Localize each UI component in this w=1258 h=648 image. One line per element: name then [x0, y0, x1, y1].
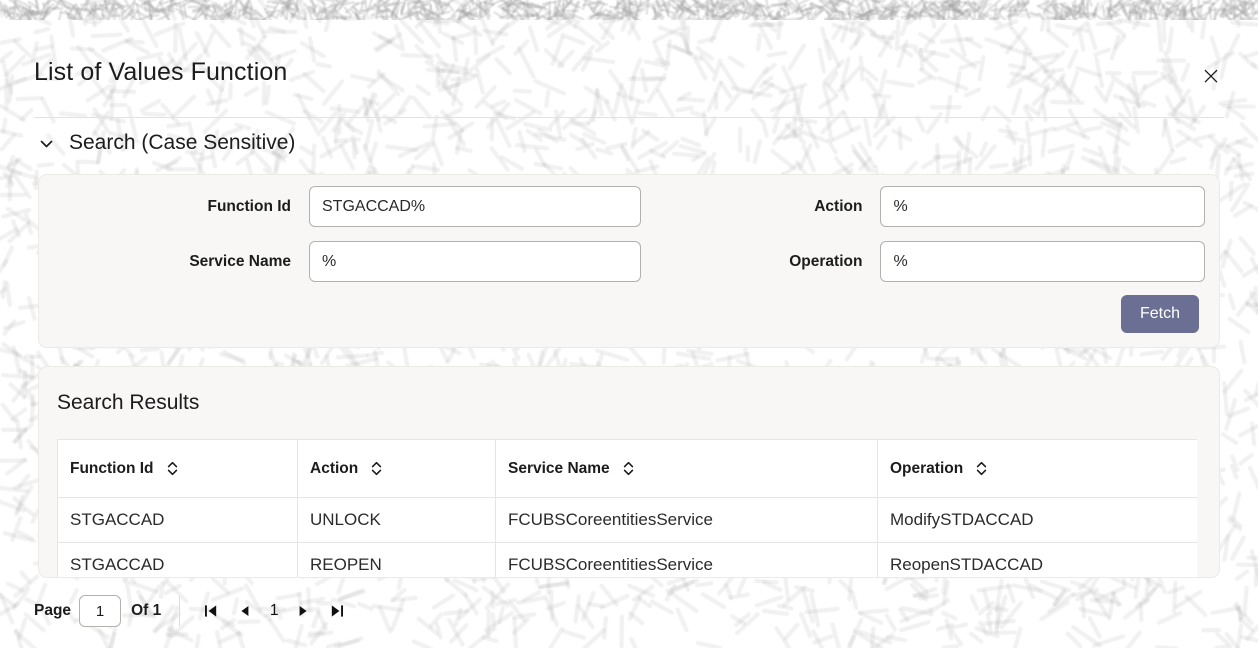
- cell-service-name: FCUBSCoreentitiesService: [495, 497, 878, 543]
- table-row[interactable]: STGACCAD REOPEN FCUBSCoreentitiesService…: [57, 542, 1197, 577]
- results-table: Function Id Action Service Name Operatio…: [57, 439, 1197, 577]
- first-page-icon[interactable]: [198, 598, 224, 624]
- page-title: List of Values Function: [34, 58, 288, 86]
- table-row[interactable]: STGACCAD UNLOCK FCUBSCoreentitiesService…: [57, 497, 1197, 543]
- search-form-panel: Function Id Service Name Action Operatio…: [38, 174, 1220, 348]
- sort-updown-icon[interactable]: [371, 461, 382, 476]
- chevron-down-icon: [38, 135, 55, 152]
- search-results-panel: Search Results Function Id Action Servic…: [38, 366, 1220, 578]
- field-function-id: Function Id: [55, 186, 645, 227]
- next-page-icon[interactable]: [290, 598, 316, 624]
- previous-page-icon[interactable]: [232, 598, 258, 624]
- dialog-header: List of Values Function ×: [0, 58, 1258, 118]
- results-table-scroll[interactable]: Function Id Action Service Name Operatio…: [57, 439, 1197, 577]
- pagination-current-page[interactable]: 1: [269, 602, 279, 620]
- pagination-bar: Page Of 1 1: [34, 594, 354, 628]
- field-action: Action: [641, 186, 1205, 227]
- operation-label: Operation: [789, 252, 863, 270]
- header-divider: [34, 117, 1224, 118]
- column-label: Action: [310, 459, 359, 477]
- cell-function-id: STGACCAD: [57, 497, 298, 543]
- field-operation: Operation: [641, 241, 1205, 282]
- page-label: Page: [34, 602, 72, 619]
- function-id-input[interactable]: [309, 186, 641, 227]
- action-input[interactable]: [880, 186, 1205, 227]
- column-header-function-id[interactable]: Function Id: [57, 439, 298, 498]
- cell-service-name: FCUBSCoreentitiesService: [495, 542, 878, 577]
- cell-operation: ModifySTDACCAD: [877, 497, 1197, 543]
- column-header-action[interactable]: Action: [297, 439, 496, 498]
- close-icon[interactable]: ×: [1198, 62, 1224, 88]
- field-service-name: Service Name: [55, 241, 645, 282]
- fetch-button[interactable]: Fetch: [1121, 295, 1199, 333]
- column-label: Service Name: [508, 459, 610, 477]
- page-total-label: Of 1: [131, 602, 162, 619]
- function-id-label: Function Id: [207, 197, 291, 215]
- search-accordion-title: Search (Case Sensitive): [69, 131, 296, 154]
- service-name-input[interactable]: [309, 241, 641, 282]
- column-header-operation[interactable]: Operation: [877, 439, 1197, 498]
- column-header-service-name[interactable]: Service Name: [495, 439, 878, 498]
- sort-updown-icon[interactable]: [167, 461, 178, 476]
- cell-action: UNLOCK: [297, 497, 496, 543]
- cell-action: REOPEN: [297, 542, 496, 577]
- column-label: Function Id: [70, 459, 154, 477]
- pagination-divider: [179, 596, 181, 626]
- page-number-input[interactable]: [79, 595, 122, 627]
- page-root: List of Values Function × Search (Case S…: [0, 0, 1258, 648]
- search-results-title: Search Results: [57, 391, 200, 414]
- service-name-label: Service Name: [189, 252, 291, 270]
- operation-input[interactable]: [880, 241, 1205, 282]
- search-accordion-toggle[interactable]: Search (Case Sensitive): [38, 131, 295, 155]
- table-header-row: Function Id Action Service Name Operatio…: [57, 439, 1197, 498]
- action-label: Action: [814, 197, 863, 215]
- sort-updown-icon[interactable]: [623, 461, 634, 476]
- column-label: Operation: [890, 459, 964, 477]
- sort-updown-icon[interactable]: [976, 461, 987, 476]
- last-page-icon[interactable]: [324, 598, 350, 624]
- cell-function-id: STGACCAD: [57, 542, 298, 577]
- cell-operation: ReopenSTDACCAD: [877, 542, 1197, 577]
